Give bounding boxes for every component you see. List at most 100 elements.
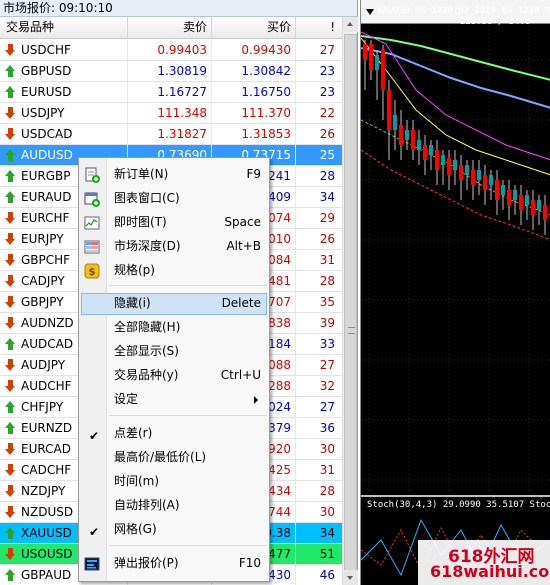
menu-item-auto-arrange[interactable]: 自动排列(A)	[81, 495, 267, 517]
spread-cell: 23	[319, 64, 335, 78]
submenu-arrow-icon	[254, 396, 258, 404]
menu-item-show-all[interactable]: 全部显示(S)	[81, 341, 267, 363]
spread-cell: 27	[319, 358, 335, 372]
scroll-up-button[interactable]	[343, 17, 358, 32]
spread-cell: 25	[319, 148, 335, 162]
menu-item-label: 最高价/最低价(L)	[114, 450, 207, 464]
market-watch-title: 市场报价: 09:10:10	[0, 0, 357, 17]
down-arrow-icon	[4, 505, 17, 519]
down-arrow-icon	[4, 316, 17, 330]
menu-item-new-order[interactable]: 新订单(N) F9	[81, 164, 267, 186]
symbol-name: AUDCHF	[21, 379, 72, 393]
spread-cell: 32	[319, 379, 335, 393]
ask-cell: 0.99430	[212, 40, 296, 60]
spread-cell: 34	[319, 526, 335, 540]
menu-item-label: 时间(m)	[114, 474, 160, 488]
menu-item-tick-chart[interactable]: 即时图(T) Space	[81, 212, 267, 234]
down-arrow-icon	[4, 232, 17, 246]
menu-item-label: 隐藏(i)	[114, 296, 151, 310]
scroll-thumb[interactable]	[344, 34, 357, 574]
candle-body	[435, 150, 439, 170]
spread-cell: 28	[319, 484, 335, 498]
candle-body	[447, 158, 451, 175]
candle-body	[465, 165, 469, 175]
tick-chart-icon	[84, 215, 100, 231]
symbol-name: CADCHF	[21, 463, 72, 477]
chart-window-icon	[84, 191, 100, 207]
down-arrow-icon	[4, 253, 17, 267]
column-header-spread[interactable]: !	[296, 17, 342, 38]
menu-item-shortcut: Ctrl+U	[220, 368, 261, 382]
candle-body	[483, 175, 487, 190]
column-header-bid[interactable]: 卖价	[128, 17, 212, 38]
down-arrow-icon	[4, 127, 17, 141]
column-header-ask[interactable]: 买价	[212, 17, 296, 38]
ask-cell: 1.30842	[212, 61, 296, 81]
menu-item-market-depth[interactable]: 市场深度(D) Alt+B	[81, 236, 267, 258]
market-watch-row[interactable]: USDJPY 111.348 111.370 22	[0, 103, 342, 124]
subwindow-separator[interactable]	[361, 495, 550, 497]
menu-item-specification[interactable]: $ 规格(p)	[81, 260, 267, 282]
market-watch-row[interactable]: EURUSD 1.16727 1.16750 23	[0, 82, 342, 103]
menu-item-hide-all[interactable]: 全部隐藏(H)	[81, 317, 267, 339]
symbol-name: AUDJPY	[21, 358, 66, 372]
scroll-down-button[interactable]	[343, 570, 358, 585]
up-arrow-icon	[4, 190, 17, 204]
candle-body	[411, 130, 415, 150]
menu-item-label: 新订单(N)	[114, 167, 169, 181]
spread-cell: 31	[319, 253, 335, 267]
watermark-line2: 618waihui.com	[430, 562, 550, 581]
menu-item-symbols[interactable]: 交易品种(y) Ctrl+U	[81, 365, 267, 387]
menu-item-time[interactable]: 时间(m)	[81, 471, 267, 493]
chart-window[interactable]: XAUUSD,H4 1220.57 1220.69 1218.90 1 229:…	[360, 0, 550, 585]
candle-body	[543, 205, 547, 220]
market-watch-header: 交易品种 卖价 买价 !	[0, 17, 342, 39]
up-arrow-icon	[4, 421, 17, 435]
ask-cell: 1.31853	[212, 124, 296, 144]
menu-item-shortcut: F9	[246, 167, 261, 181]
menu-item-hide[interactable]: 隐藏(i) Delete	[81, 293, 267, 315]
menu-item-high-low[interactable]: 最高价/最低价(L)	[81, 447, 267, 469]
column-header-symbol[interactable]: 交易品种	[0, 17, 128, 38]
symbol-name: EURGBP	[21, 169, 71, 183]
symbol-name: GBPUSD	[21, 64, 72, 78]
scroll-grip-icon	[348, 327, 355, 334]
symbol-name: EURUSD	[21, 85, 72, 99]
ask-cell: 1.16750	[212, 82, 296, 102]
candle-body	[423, 145, 427, 160]
chart-extra: 229:50 / 34.0	[460, 17, 531, 27]
bid-cell: 1.30819	[128, 61, 212, 81]
spread-cell: 26	[319, 127, 335, 141]
symbol-name: AUDNZD	[21, 316, 74, 330]
candle-body	[387, 90, 391, 130]
candle-body	[501, 185, 505, 195]
spread-cell: 23	[319, 85, 335, 99]
context-menu: 新订单(N) F9 图表窗口(C) 即时图(T) Space 市场深度(D) Alt+B $ 规…	[78, 157, 270, 582]
candle-body	[393, 115, 397, 130]
market-watch-row[interactable]: GBPUSD 1.30819 1.30842 23	[0, 61, 342, 82]
candle-body	[459, 165, 463, 180]
menu-item-grid[interactable]: ✔ 网格(G)	[81, 519, 267, 541]
chart-price-info: XAUUSD,H4 1220.57 1220.69 1218.90 1 229:…	[377, 6, 550, 28]
new-order-icon	[84, 167, 100, 183]
menu-item-popup-prices[interactable]: 弹出报价(P) F10	[81, 553, 267, 575]
market-watch-row[interactable]: USDCAD 1.31827 1.31853 26	[0, 124, 342, 145]
chart-symbol: XAUUSD,H4	[377, 6, 426, 16]
up-arrow-icon	[4, 526, 17, 540]
menu-item-spread[interactable]: ✔ 点差(r)	[81, 423, 267, 445]
menu-item-shortcut: F10	[238, 556, 261, 570]
chart-dropdown-icon[interactable]	[366, 9, 374, 15]
spread-cell: 28	[319, 274, 335, 288]
market-watch-row[interactable]: USDCHF 0.99403 0.99430 27	[0, 40, 342, 61]
spread-cell: 33	[319, 337, 335, 351]
symbol-name: USDJPY	[21, 106, 65, 120]
menu-item-settings[interactable]: 设定	[81, 389, 267, 411]
candle-body	[399, 125, 403, 145]
ma-line-green	[361, 35, 550, 81]
symbol-name: USDCHF	[21, 43, 71, 57]
menu-item-chart-window[interactable]: 图表窗口(C)	[81, 188, 267, 210]
symbol-name: GBPAUD	[21, 568, 72, 582]
price-chart	[361, 26, 550, 577]
vertical-scrollbar[interactable]	[342, 17, 358, 585]
candle-body	[531, 200, 535, 215]
